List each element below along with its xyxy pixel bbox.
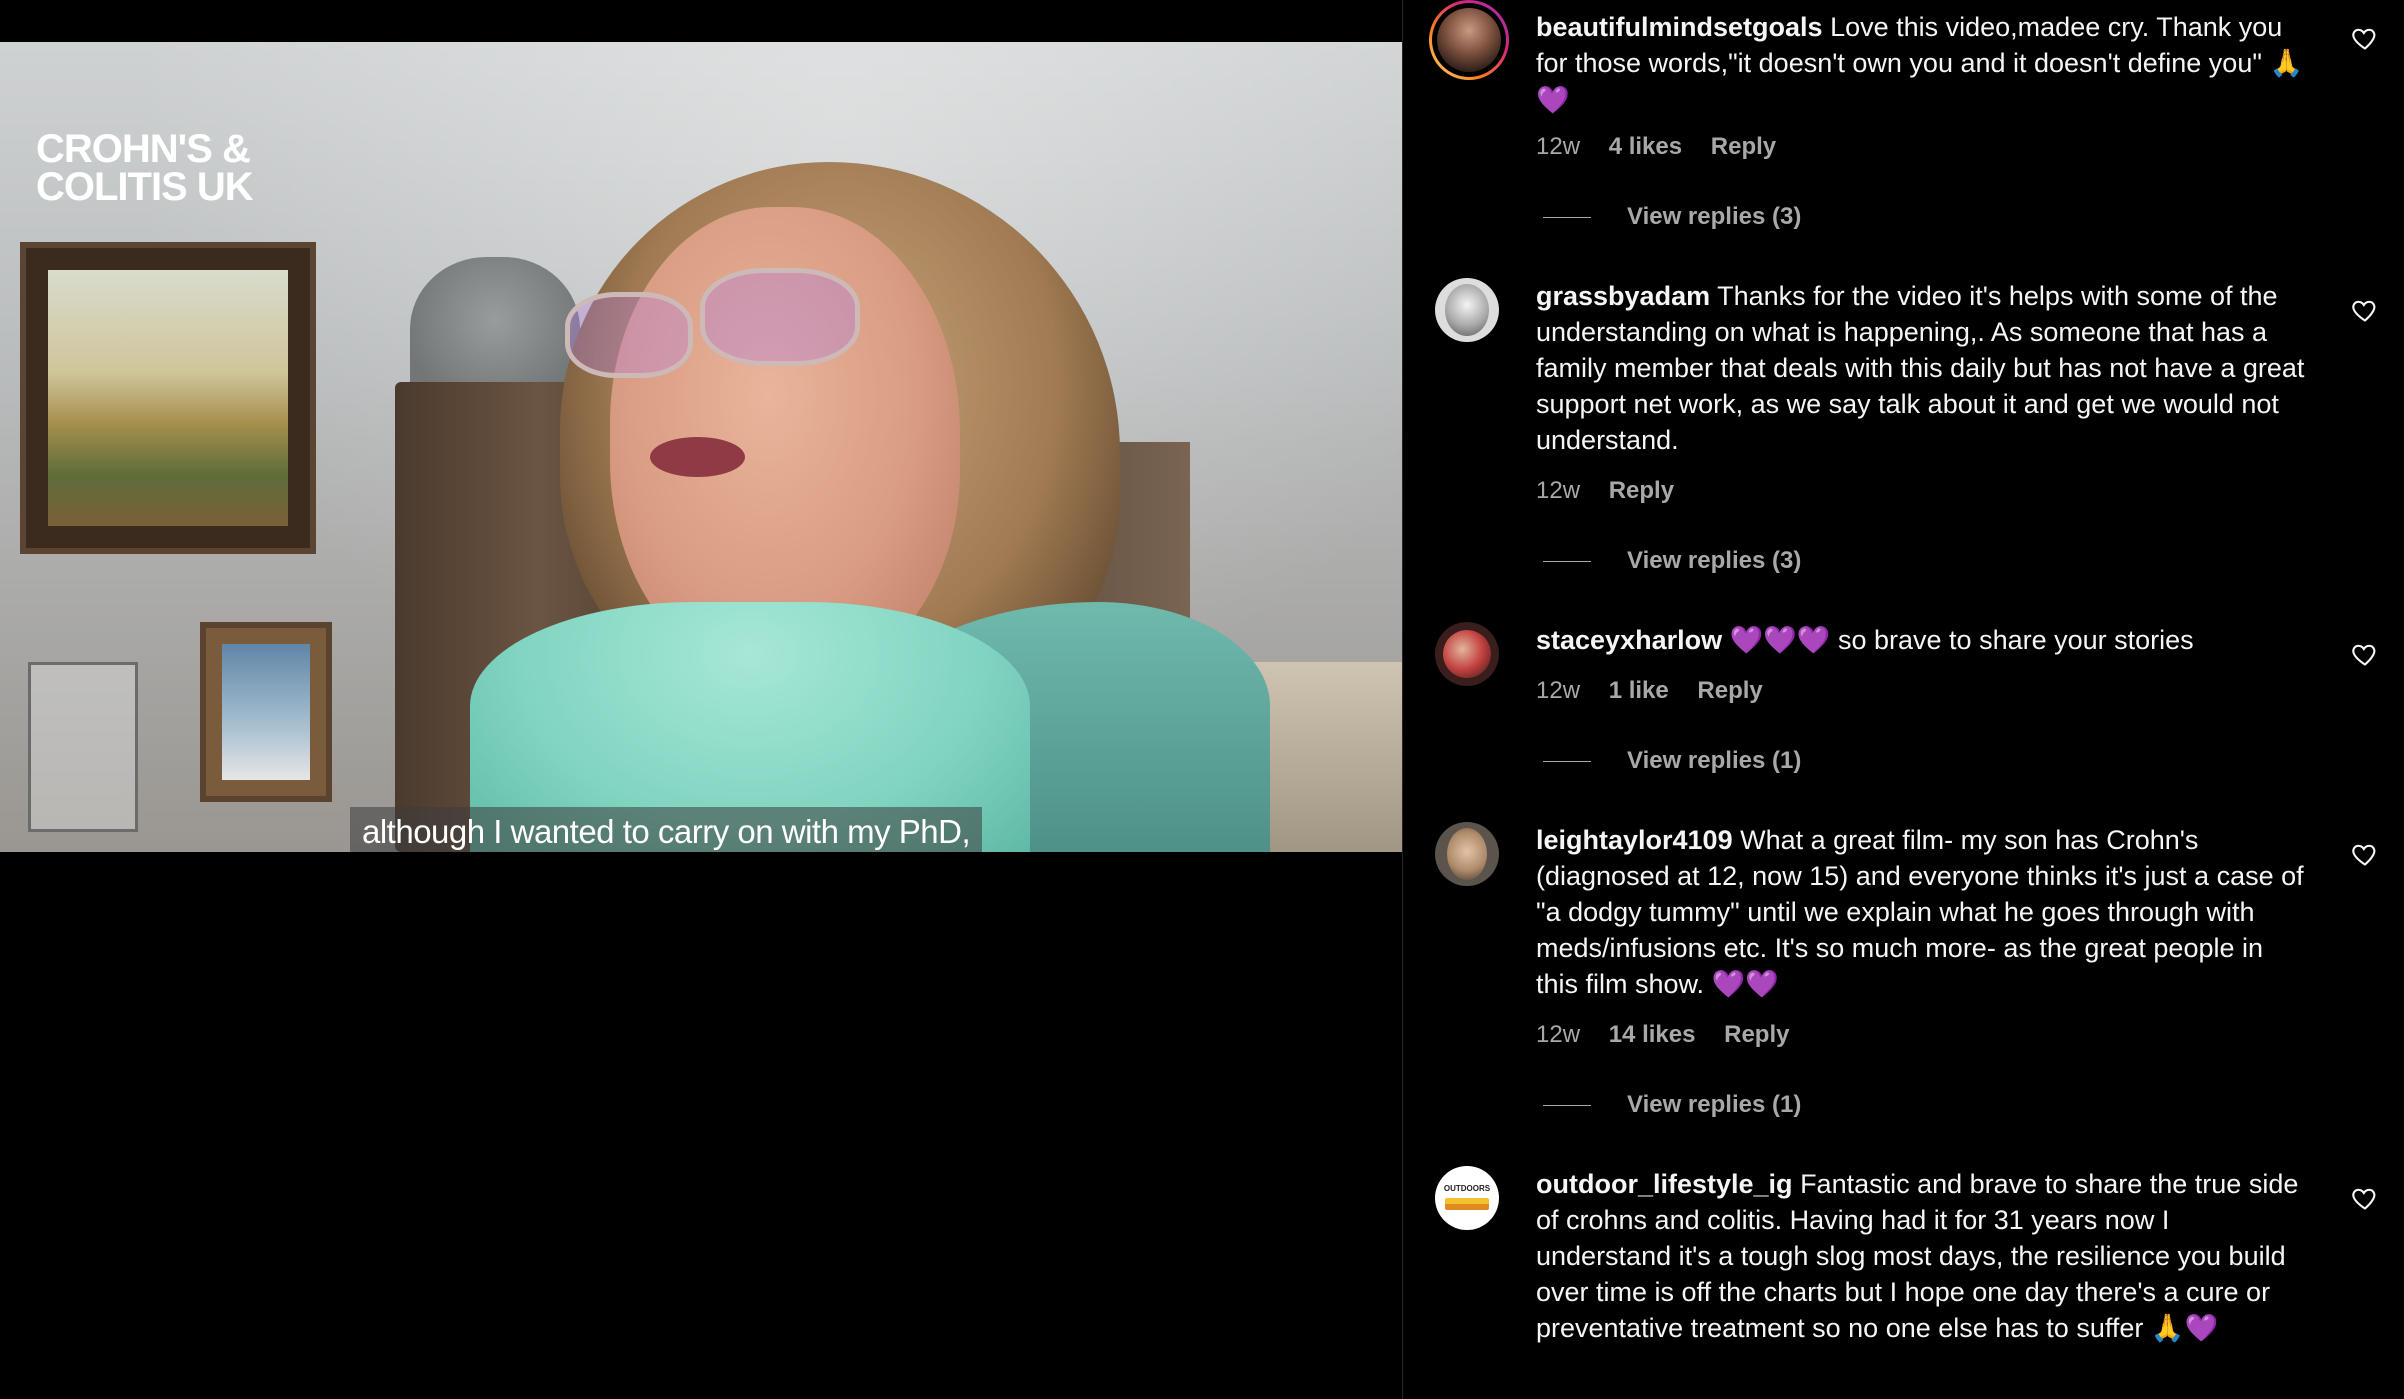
comment-time: 12w — [1536, 477, 1581, 504]
reply-button[interactable]: Reply — [1609, 477, 1674, 504]
video-scene-small-painting — [200, 622, 332, 802]
video-subject-mouth — [650, 437, 745, 477]
video-subject-glasses-right — [700, 268, 860, 366]
comment-meta: 12w 1 like Reply — [1536, 677, 1785, 705]
view-replies-line — [1543, 217, 1591, 219]
video-subject-glasses-left — [565, 292, 693, 378]
comment-likes[interactable]: 14 likes — [1609, 1021, 1696, 1048]
avatar-label: OUTDOORS — [1443, 1184, 1491, 1193]
comment-emojis: 💜💜💜 — [1729, 625, 1831, 656]
view-replies-label: View replies (3) — [1627, 203, 1802, 230]
comment-text: outdoor_lifestyle_ig Fantastic and brave… — [1536, 1166, 2306, 1347]
comment-text: beautifulmindsetgoals Love this video,ma… — [1536, 9, 2306, 119]
view-replies-button[interactable]: View replies (3) — [1543, 203, 1801, 231]
view-replies-label: View replies (1) — [1627, 747, 1802, 774]
avatar[interactable]: OUTDOORS — [1435, 1166, 1499, 1230]
view-replies-label: View replies (1) — [1627, 1091, 1802, 1118]
comment-username[interactable]: grassbyadam — [1536, 281, 1710, 311]
view-replies-line — [1543, 761, 1591, 763]
comment-username[interactable]: beautifulmindsetgoals — [1536, 12, 1823, 42]
view-replies-line — [1543, 561, 1591, 563]
reply-button[interactable]: Reply — [1724, 1021, 1789, 1048]
avatar[interactable] — [1435, 822, 1499, 886]
view-replies-button[interactable]: View replies (1) — [1543, 747, 1801, 775]
view-replies-button[interactable]: View replies (1) — [1543, 1091, 1801, 1119]
brand-logo-line2: COLITIS UK — [36, 165, 254, 209]
avatar[interactable] — [1435, 278, 1499, 342]
comment-meta: 12w Reply — [1536, 477, 1696, 505]
view-replies-button[interactable]: View replies (3) — [1543, 547, 1801, 575]
heart-outline-icon[interactable] — [2351, 296, 2379, 324]
comment-text: grassbyadam Thanks for the video it's he… — [1536, 278, 2306, 458]
comment-text: staceyxharlow 💜💜💜 so brave to share your… — [1536, 622, 2306, 659]
brand-logo: CROHN'S & COLITIS UK — [36, 127, 266, 209]
comment-meta: 12w 14 likes Reply — [1536, 1021, 1811, 1049]
comment-emojis: 🙏💜 — [2150, 1313, 2219, 1344]
video-scene-mirror — [28, 662, 138, 832]
comment-meta: 12w 4 likes Reply — [1536, 133, 1798, 161]
heart-outline-icon[interactable] — [2351, 24, 2379, 52]
video-player[interactable]: CROHN'S & COLITIS UK although I wanted t… — [0, 42, 1402, 852]
video-subtitle: although I wanted to carry on with my Ph… — [350, 807, 983, 852]
comment-time: 12w — [1536, 1021, 1581, 1048]
comment-username[interactable]: staceyxharlow — [1536, 625, 1722, 655]
comment-likes[interactable]: 4 likes — [1609, 133, 1682, 160]
heart-outline-icon[interactable] — [2351, 1184, 2379, 1212]
view-replies-label: View replies (3) — [1627, 547, 1802, 574]
video-panel: CROHN'S & COLITIS UK although I wanted t… — [0, 0, 1402, 1399]
comment-text: leightaylor4109 What a great film- my so… — [1536, 822, 2306, 1003]
comment-username[interactable]: leightaylor4109 — [1536, 825, 1733, 855]
video-scene-painting — [20, 242, 316, 554]
reply-button[interactable]: Reply — [1711, 133, 1776, 160]
avatar[interactable] — [1429, 0, 1509, 80]
comment-time: 12w — [1536, 677, 1581, 704]
comment-content: so brave to share your stories — [1838, 625, 2194, 655]
reply-button[interactable]: Reply — [1697, 677, 1762, 704]
heart-outline-icon[interactable] — [2351, 640, 2379, 668]
avatar[interactable] — [1435, 622, 1499, 686]
view-replies-line — [1543, 1105, 1591, 1107]
heart-outline-icon[interactable] — [2351, 840, 2379, 868]
comment-emojis: 💜💜 — [1711, 969, 1779, 1000]
brand-logo-line1: CROHN'S & — [36, 127, 251, 171]
comment-time: 12w — [1536, 133, 1581, 160]
comment-likes[interactable]: 1 like — [1609, 677, 1669, 704]
comment-username[interactable]: outdoor_lifestyle_ig — [1536, 1169, 1793, 1199]
comments-panel[interactable]: beautifulmindsetgoals Love this video,ma… — [1403, 0, 2404, 1399]
